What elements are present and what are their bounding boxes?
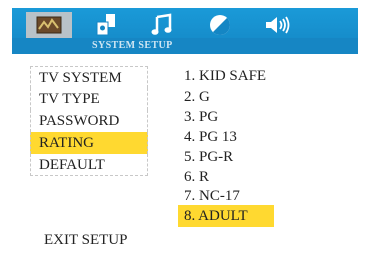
menu-item-rating[interactable]: RATING bbox=[30, 132, 148, 154]
setup-subtitle-bar: SYSTEM SETUP bbox=[12, 38, 358, 54]
rating-option-kid-safe[interactable]: 1. KID SAFE bbox=[178, 66, 266, 86]
system-setup-icon bbox=[36, 16, 62, 34]
volume-icon bbox=[266, 16, 290, 34]
rating-option-g[interactable]: 2. G bbox=[178, 87, 210, 107]
menu-item-default[interactable]: DEFAULT bbox=[30, 154, 148, 176]
menu-item-tv-system[interactable]: TV SYSTEM bbox=[30, 66, 148, 88]
speaker-setup-icon bbox=[96, 14, 115, 36]
tab-audio-setup[interactable] bbox=[142, 12, 182, 38]
menu-item-password[interactable]: PASSWORD bbox=[30, 110, 148, 132]
video-setup-icon bbox=[210, 15, 230, 35]
menu-item-tv-type[interactable]: TV TYPE bbox=[30, 88, 148, 110]
rating-option-r[interactable]: 6. R bbox=[178, 167, 209, 187]
tab-video-setup[interactable] bbox=[200, 12, 240, 38]
rating-option-nc17[interactable]: 7. NC-17 bbox=[178, 186, 240, 206]
tab-volume[interactable] bbox=[258, 12, 298, 38]
rating-option-pg13[interactable]: 4. PG 13 bbox=[178, 127, 237, 147]
setup-header-bar: SYSTEM SETUP bbox=[12, 8, 358, 54]
rating-option-adult[interactable]: 8. ADULT bbox=[178, 205, 274, 227]
rating-option-pg[interactable]: 3. PG bbox=[178, 107, 218, 127]
exit-setup-button[interactable]: EXIT SETUP bbox=[44, 232, 127, 249]
rating-option-pg-r[interactable]: 5. PG-R bbox=[178, 147, 233, 167]
page-title: SYSTEM SETUP bbox=[92, 40, 173, 51]
tab-speaker-setup[interactable] bbox=[86, 12, 126, 38]
audio-note-icon bbox=[151, 13, 172, 35]
tab-system-setup[interactable] bbox=[26, 12, 72, 38]
